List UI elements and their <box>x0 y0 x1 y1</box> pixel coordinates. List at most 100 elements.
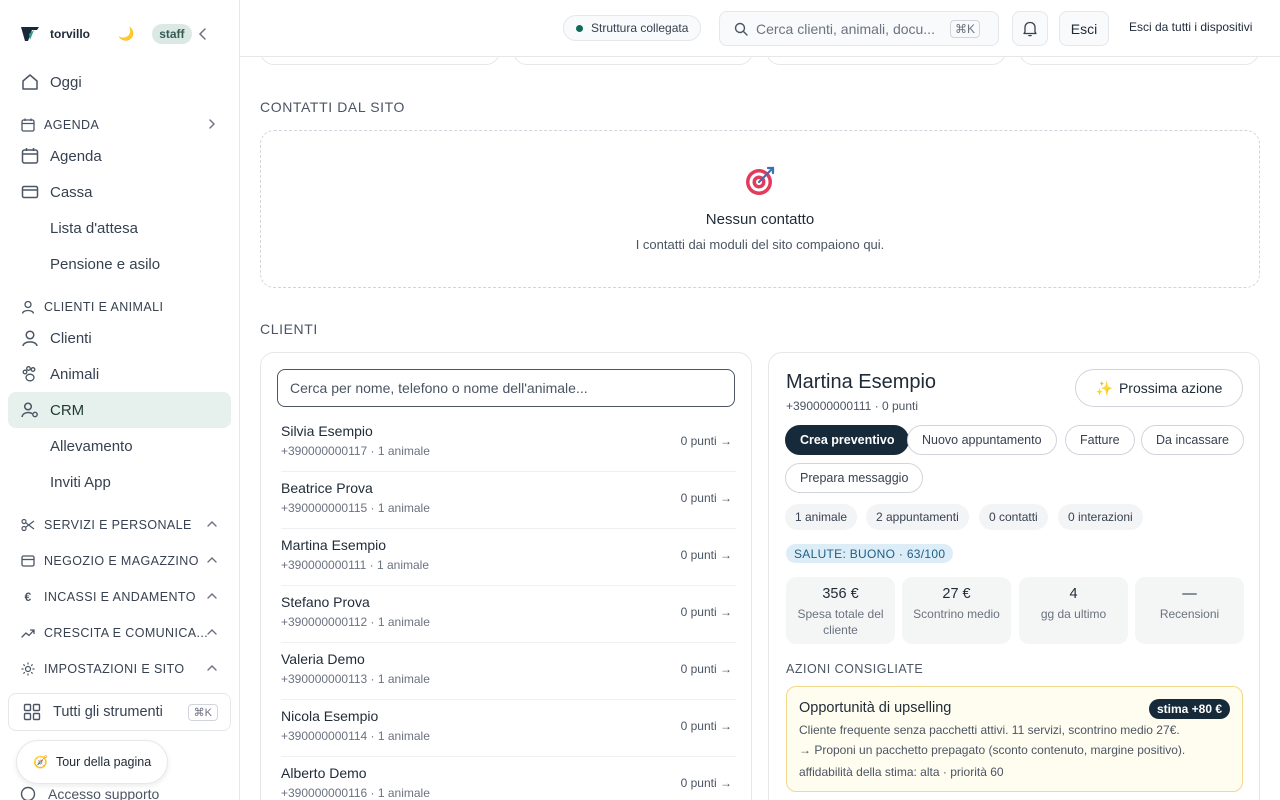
client-row[interactable]: Nicola Esempio +390000000114 · 1 animale… <box>281 700 736 757</box>
sidebar-item-boarding[interactable]: Pensione e asilo <box>8 246 231 282</box>
client-name: Valeria Demo <box>281 651 365 667</box>
section-shop-stock[interactable]: NEGOZIO E MAGAZZINO <box>8 547 231 575</box>
client-meta: +390000000112 · 1 animale <box>281 615 430 629</box>
client-meta: +390000000111 · 1 animale <box>281 558 430 572</box>
section-label: INCASSI E ANDAMENTO <box>44 590 196 604</box>
client-detail-name: Martina Esempio <box>786 371 937 393</box>
client-row[interactable]: Stefano Prova +390000000112 · 1 animale … <box>281 586 736 643</box>
sparkles-icon: ✨ <box>1095 379 1113 396</box>
brand[interactable]: torvillo 🌙 staff <box>20 22 192 46</box>
shortcut-hint: ⌘K <box>949 20 980 38</box>
page-tour-button[interactable]: 🧭 Tour della pagina <box>16 740 168 784</box>
section-clients-animals[interactable]: CLIENTI E ANIMALI <box>8 293 231 321</box>
sidebar-item-clients[interactable]: Clienti <box>8 320 231 356</box>
chevron-right-icon <box>209 119 215 129</box>
summary-card <box>260 57 500 65</box>
sidebar-item-crm[interactable]: CRM <box>8 392 231 428</box>
clients-title: CLIENTI <box>260 321 318 337</box>
status-dot-icon <box>576 24 583 32</box>
sidebar-item-label: CRM <box>50 401 85 419</box>
compass-icon: 🧭 <box>33 755 48 769</box>
sidebar-item-label: Animali <box>50 365 100 383</box>
appointments-count-chip: 2 appuntamenti <box>866 504 969 530</box>
scissors-icon <box>20 517 36 533</box>
client-name: Nicola Esempio <box>281 708 379 724</box>
create-quote-button[interactable]: Crea preventivo <box>785 425 910 455</box>
shortcut-hint: ⌘K <box>187 704 218 721</box>
client-row[interactable]: Alberto Demo +390000000116 · 1 animale 0… <box>281 757 736 800</box>
section-growth[interactable]: CRESCITA E COMUNICA... <box>8 619 231 647</box>
logout-button[interactable]: Esci <box>1059 11 1109 46</box>
sun-gear-icon <box>20 661 36 677</box>
client-row[interactable]: Valeria Demo +390000000113 · 1 animale 0… <box>281 643 736 700</box>
client-list-card: Silvia Esempio +390000000117 · 1 animale… <box>260 352 752 800</box>
kpi-value: 4 <box>1069 586 1078 602</box>
recommendation-suggestion: → Proponi un pacchetto prepagato (sconto… <box>799 743 1186 757</box>
to-collect-button[interactable]: Da incassare <box>1141 425 1244 455</box>
sidebar-item-label: Clienti <box>50 329 92 347</box>
global-search[interactable]: ⌘K <box>719 11 999 46</box>
client-name: Alberto Demo <box>281 765 367 781</box>
notifications-button[interactable] <box>1012 11 1048 46</box>
sidebar-item-label: Oggi <box>50 73 82 91</box>
recommendation-card[interactable]: Opportunità di upselling stima +80 € Cli… <box>786 686 1243 792</box>
section-services-staff[interactable]: SERVIZI E PERSONALE <box>8 511 231 539</box>
client-meta: +390000000115 · 1 animale <box>281 501 430 515</box>
kpi-card: 27 € Scontrino medio <box>902 577 1011 644</box>
chevron-up-icon <box>207 593 217 599</box>
site-contacts-empty-state: Nessun contatto I contatti dai moduli de… <box>260 130 1260 288</box>
user-icon <box>20 299 36 315</box>
all-tools-label: Tutti gli strumenti <box>53 704 163 720</box>
logout-all-devices-link[interactable]: Esci da tutti i dispositivi <box>1129 20 1252 34</box>
sidebar-item-app-invites[interactable]: Inviti App <box>8 464 231 500</box>
paw-icon <box>20 364 40 384</box>
credit-card-icon <box>20 182 40 202</box>
client-points: 0 punti → <box>680 605 732 619</box>
sidebar-item-breeding[interactable]: Allevamento <box>8 428 231 464</box>
section-agenda[interactable]: AGENDA <box>8 111 231 139</box>
summary-card <box>1019 57 1259 65</box>
top-bar: Struttura collegata ⌘K Esci Esci da tutt… <box>240 0 1280 57</box>
connection-status-badge: Struttura collegata <box>563 15 702 41</box>
chevron-up-icon <box>207 665 217 671</box>
client-row[interactable]: Beatrice Prova +390000000115 · 1 animale… <box>281 472 736 529</box>
sidebar-item-cash[interactable]: Cassa <box>8 174 231 210</box>
sidebar-item-agenda[interactable]: Agenda <box>8 138 231 174</box>
client-row[interactable]: Martina Esempio +390000000111 · 1 animal… <box>281 529 736 586</box>
support-access-link[interactable]: Accesso supporto <box>20 786 159 800</box>
status-label: Struttura collegata <box>591 21 689 35</box>
section-settings[interactable]: IMPOSTAZIONI E SITO <box>8 655 231 683</box>
new-appointment-button[interactable]: Nuovo appuntamento <box>907 425 1057 455</box>
calendar-icon <box>20 117 36 133</box>
client-search-input[interactable] <box>277 369 735 407</box>
recommendation-title: Opportunità di upselling <box>799 700 952 716</box>
client-name: Silvia Esempio <box>281 423 373 439</box>
chevron-up-icon <box>207 557 217 563</box>
client-row[interactable]: Silvia Esempio +390000000117 · 1 animale… <box>281 415 736 472</box>
section-revenue[interactable]: € INCASSI E ANDAMENTO <box>8 583 231 611</box>
sidebar-item-label: Allevamento <box>50 437 133 455</box>
main-content: CONTATTI DAL SITO Nessun contatto I cont… <box>240 57 1280 800</box>
sidebar-item-label: Cassa <box>50 183 93 201</box>
all-tools-button[interactable]: Tutti gli strumenti ⌘K <box>8 693 231 731</box>
sidebar-item-today[interactable]: Oggi <box>8 64 231 100</box>
sidebar: torvillo 🌙 staff Oggi AGENDA Agenda Cass… <box>0 0 240 800</box>
invoices-button[interactable]: Fatture <box>1065 425 1135 455</box>
global-search-input[interactable] <box>756 20 936 37</box>
summary-card <box>766 57 1006 65</box>
moon-icon[interactable]: 🌙 <box>118 26 134 42</box>
role-badge: staff <box>152 24 192 44</box>
chevron-left-icon[interactable] <box>196 26 210 42</box>
sidebar-item-label: Agenda <box>50 147 102 165</box>
brand-name: torvillo <box>50 27 91 41</box>
sidebar-item-waitlist[interactable]: Lista d'attesa <box>8 210 231 246</box>
user-gear-icon <box>20 400 40 420</box>
interactions-count-chip: 0 interazioni <box>1058 504 1143 530</box>
client-meta: +390000000113 · 1 animale <box>281 672 430 686</box>
sidebar-item-animals[interactable]: Animali <box>8 356 231 392</box>
section-label: SERVIZI E PERSONALE <box>44 518 192 532</box>
prepare-message-button[interactable]: Prepara messaggio <box>785 463 924 493</box>
support-label: Accesso supporto <box>48 786 160 800</box>
next-action-button[interactable]: ✨ Prossima azione <box>1075 369 1243 407</box>
client-meta: +390000000117 · 1 animale <box>281 444 430 458</box>
